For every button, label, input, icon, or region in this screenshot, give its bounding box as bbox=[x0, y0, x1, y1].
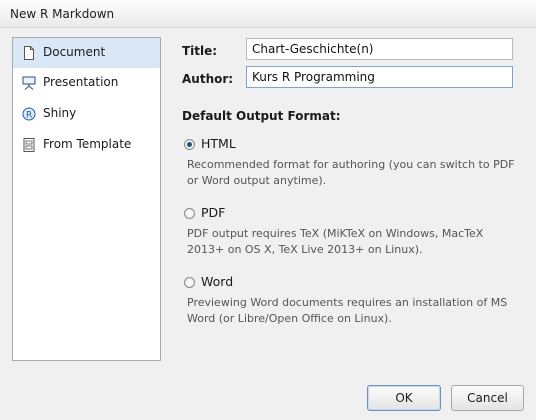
cancel-button[interactable]: Cancel bbox=[451, 385, 524, 411]
sidebar-item-label: From Template bbox=[43, 137, 132, 151]
sidebar-item-label: Shiny bbox=[43, 106, 77, 120]
author-label: Author: bbox=[182, 72, 234, 86]
window-title: New R Markdown bbox=[10, 7, 115, 21]
word-description: Previewing Word documents requires an in… bbox=[187, 296, 508, 325]
word-option-label[interactable]: Word bbox=[201, 274, 233, 289]
presentation-icon bbox=[22, 76, 36, 90]
title-label: Title: bbox=[182, 44, 218, 58]
sidebar-item-shiny[interactable]: R Shiny bbox=[13, 99, 160, 129]
sidebar-item-presentation[interactable]: Presentation bbox=[13, 68, 160, 98]
window-titlebar: New R Markdown bbox=[0, 0, 536, 28]
sidebar-item-label: Presentation bbox=[43, 75, 119, 89]
html-option-label[interactable]: HTML bbox=[201, 136, 236, 151]
title-input[interactable]: Chart-Geschichte(n) bbox=[246, 38, 513, 60]
document-icon bbox=[24, 46, 34, 60]
html-description: Recommended format for authoring (you ca… bbox=[187, 158, 515, 187]
output-format-heading: Default Output Format: bbox=[182, 109, 341, 123]
html-radio[interactable] bbox=[184, 139, 195, 150]
pdf-description: PDF output requires TeX (MiKTeX on Windo… bbox=[187, 227, 484, 256]
template-icon bbox=[23, 138, 35, 152]
format-sidebar: Document Presentation R Shiny From Templ… bbox=[12, 37, 161, 361]
pdf-option-label[interactable]: PDF bbox=[201, 205, 225, 220]
author-input[interactable]: Kurs R Programming bbox=[246, 66, 513, 88]
sidebar-item-document[interactable]: Document bbox=[13, 38, 160, 68]
shiny-icon: R bbox=[22, 107, 36, 121]
svg-text:R: R bbox=[26, 111, 32, 121]
sidebar-item-label: Document bbox=[43, 45, 106, 59]
word-radio[interactable] bbox=[184, 277, 195, 288]
pdf-radio[interactable] bbox=[184, 208, 195, 219]
ok-button[interactable]: OK bbox=[367, 385, 441, 411]
sidebar-item-from-template[interactable]: From Template bbox=[13, 130, 160, 160]
